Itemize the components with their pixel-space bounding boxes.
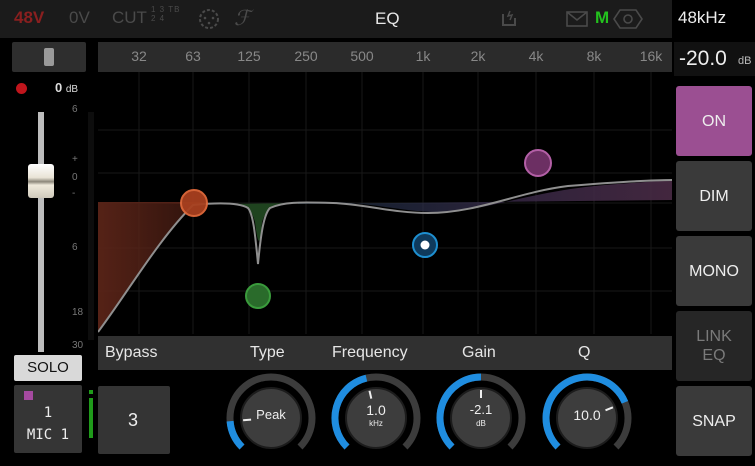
eq-graph[interactable] (97, 72, 673, 334)
frequency-axis-header: 32 63 125 250 500 1k 2k 4k 8k 16k (98, 42, 672, 72)
scale-label: - (72, 188, 76, 199)
scale-label: + (72, 154, 78, 165)
bypass-label: Bypass (105, 344, 158, 361)
q-value: 10.0 (573, 407, 601, 423)
top-status-bar: 48V 0V CUT 1 3 TB 2 4 ℱ EQ M (0, 0, 672, 38)
meter-signal-bar (89, 398, 93, 438)
output-gain-unit: dB (738, 55, 752, 67)
gain-value: -2.1 (469, 402, 493, 417)
knob-value-arc (226, 420, 245, 450)
scale-label: 18 (72, 307, 84, 318)
freq-axis-label: 4k (528, 48, 544, 64)
channel-number: 1 (43, 405, 53, 421)
eq-on-button[interactable]: ON (676, 86, 752, 156)
solo-button[interactable]: SOLO (14, 355, 82, 381)
frequency-unit: kHz (369, 419, 383, 428)
xlr-connector-icon[interactable] (198, 8, 220, 35)
freq-axis-label: 8k (586, 48, 602, 64)
type-value: Peak (256, 407, 286, 422)
fader-handle[interactable] (28, 164, 54, 198)
high-band-fill (298, 180, 672, 212)
knob-ring (331, 373, 421, 450)
freq-axis-label: 16k (639, 48, 663, 64)
fader-track[interactable] (38, 112, 44, 352)
scale-label: 30 (72, 340, 84, 351)
band-1-handle (180, 189, 208, 217)
channel-color-swatch (24, 391, 33, 400)
cut-slot-numbers: 1 3 TB 2 4 (151, 5, 180, 23)
toggle-knob (44, 48, 54, 66)
dim-button[interactable]: DIM (676, 161, 752, 231)
clip-indicator (16, 83, 27, 94)
meter-level-value: 0 (55, 80, 63, 95)
zero-volt-indicator[interactable]: 0V (69, 8, 90, 28)
low-cut-indicator[interactable]: CUT (112, 8, 147, 28)
q-knob[interactable]: 10.0 (541, 372, 633, 464)
freq-axis-label: 125 (237, 48, 261, 64)
channel-name: MIC 1 (26, 427, 70, 443)
meter-signal-segment (89, 390, 93, 394)
scale-label: 0 (72, 172, 78, 183)
gear-icon[interactable] (612, 8, 644, 35)
level-meter (88, 112, 94, 340)
band-number: 3 (128, 410, 139, 430)
meter-level: 0 dB (55, 80, 78, 95)
freq-axis-label: 1k (415, 48, 431, 64)
scale-label: 6 (72, 242, 78, 253)
frequency-value: 1.0 (366, 402, 386, 418)
parameter-header: Bypass Type Frequency Gain Q (98, 336, 672, 370)
fader-toggle-button[interactable] (12, 42, 86, 72)
knob-body (345, 387, 407, 449)
mute-indicator[interactable]: M (595, 8, 609, 28)
meter-level-unit: dB (65, 84, 79, 95)
freq-axis-label: 250 (294, 48, 318, 64)
fx-icon[interactable]: ℱ (234, 6, 251, 30)
phantom-power-indicator[interactable]: 48V (14, 8, 44, 28)
freq-axis-label: 63 (185, 48, 201, 64)
link-eq-button[interactable]: LINK EQ (676, 311, 752, 381)
band-3-center (420, 240, 430, 250)
scale-label: 6 (72, 104, 78, 115)
io-icon[interactable] (500, 9, 518, 32)
type-knob[interactable]: Peak (225, 372, 317, 464)
frequency-label: Frequency (332, 344, 408, 361)
page-title: EQ (375, 9, 400, 28)
freq-axis-label: 32 (131, 48, 147, 64)
q-label: Q (578, 344, 591, 361)
freq-axis-label: 2k (470, 48, 486, 64)
mono-button[interactable]: MONO (676, 236, 752, 306)
cut-slots-text: 1 3 TB 2 4 (151, 5, 181, 23)
sample-rate: 48kHz (678, 8, 727, 27)
band-4-handle (524, 149, 552, 177)
frequency-knob[interactable]: 1.0 kHz (330, 372, 422, 464)
band-2-handle (245, 283, 271, 309)
gain-knob[interactable]: -2.1 dB (435, 372, 527, 464)
freq-axis-label: 500 (350, 48, 374, 64)
mail-icon[interactable] (566, 11, 588, 32)
channel-selector[interactable]: 1 MIC 1 (14, 385, 82, 453)
type-label: Type (250, 344, 285, 361)
output-gain-readout[interactable]: -20.0 dB (674, 42, 755, 76)
snap-button[interactable]: SNAP (676, 386, 752, 456)
knob-ring (436, 373, 526, 450)
band-selector[interactable]: 3 (98, 386, 170, 454)
gain-label: Gain (462, 344, 496, 361)
gain-unit: dB (476, 419, 486, 428)
output-gain-value: -20.0 (679, 47, 727, 70)
